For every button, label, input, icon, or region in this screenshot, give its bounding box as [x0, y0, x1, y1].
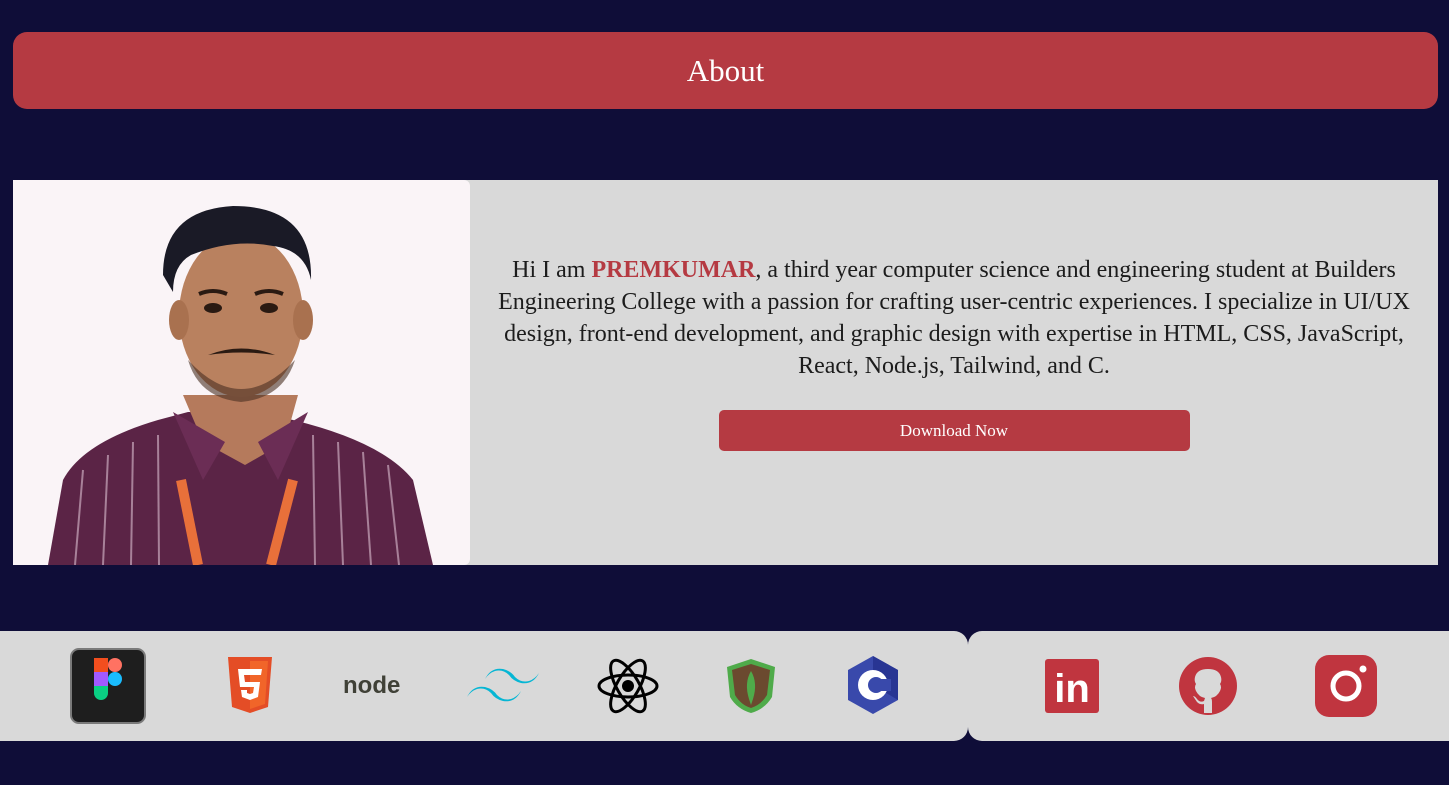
page-title: About [686, 52, 765, 88]
html5-icon[interactable] [224, 657, 276, 715]
linkedin-icon[interactable]: in [1045, 659, 1099, 713]
nodejs-text: node [343, 672, 400, 699]
profile-card: Hi I am PREMKUMAR, a third year computer… [13, 180, 1438, 565]
tailwind-icon[interactable] [467, 665, 539, 707]
profile-name: PREMKUMAR [591, 257, 756, 283]
c-language-icon[interactable] [846, 655, 900, 715]
instagram-icon[interactable] [1315, 655, 1377, 717]
intro-paragraph: Hi I am PREMKUMAR, a third year computer… [484, 254, 1424, 382]
skills-bar: node [0, 631, 968, 741]
profile-photo [13, 180, 470, 565]
intro-section: Hi I am PREMKUMAR, a third year computer… [470, 180, 1438, 565]
intro-prefix: Hi I am [512, 257, 592, 283]
github-icon[interactable] [1179, 657, 1237, 715]
figma-icon[interactable] [70, 648, 146, 724]
social-bar: in [968, 631, 1449, 741]
nodejs-icon[interactable]: node [343, 669, 409, 701]
profile-photo-illustration [48, 206, 433, 565]
linkedin-text: in [1054, 667, 1090, 711]
react-icon[interactable] [597, 655, 659, 717]
mongodb-icon[interactable] [725, 657, 777, 715]
download-button[interactable]: Download Now [718, 410, 1190, 451]
about-banner: About [13, 32, 1438, 109]
